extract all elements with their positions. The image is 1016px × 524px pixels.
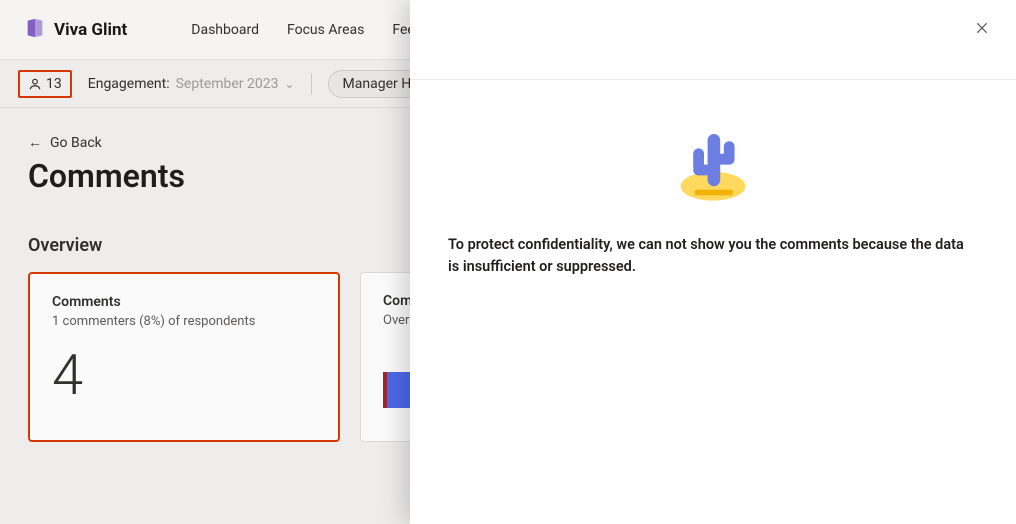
empty-state-illustration — [448, 116, 978, 206]
confidentiality-message: To protect confidentiality, we can not s… — [448, 234, 978, 278]
go-back-label: Go Back — [50, 135, 102, 151]
chevron-down-icon: ⌄ — [284, 77, 294, 91]
side-panel-header — [410, 0, 1016, 80]
brand-logo-icon — [24, 17, 46, 43]
arrow-left-icon: ← — [28, 134, 42, 151]
top-nav: Dashboard Focus Areas Feed — [191, 22, 422, 38]
card-comments-value: 4 — [52, 347, 316, 403]
engagement-period: September 2023 — [176, 76, 279, 92]
vertical-divider — [311, 73, 312, 95]
engagement-selector[interactable]: Engagement: September 2023 ⌄ — [88, 76, 295, 92]
close-button[interactable] — [968, 14, 996, 42]
nav-focus-areas[interactable]: Focus Areas — [287, 22, 364, 38]
brand-name: Viva Glint — [54, 20, 127, 40]
close-icon — [974, 20, 990, 36]
card-comments-subline: 1 commenters (8%) of respondents — [52, 314, 316, 329]
respondent-count-badge[interactable]: 13 — [18, 70, 72, 98]
go-back-link[interactable]: ← Go Back — [28, 134, 102, 151]
side-panel: To protect confidentiality, we can not s… — [410, 0, 1016, 524]
respondent-count-value: 13 — [46, 76, 62, 92]
person-icon — [28, 77, 42, 91]
card-comments[interactable]: Comments 1 commenters (8%) of respondent… — [28, 272, 340, 442]
cactus-icon — [668, 116, 758, 206]
engagement-label: Engagement: — [88, 76, 170, 92]
side-panel-body: To protect confidentiality, we can not s… — [410, 80, 1016, 278]
nav-dashboard[interactable]: Dashboard — [191, 22, 259, 38]
brand: Viva Glint — [24, 17, 127, 43]
card-comments-title: Comments — [52, 294, 316, 310]
